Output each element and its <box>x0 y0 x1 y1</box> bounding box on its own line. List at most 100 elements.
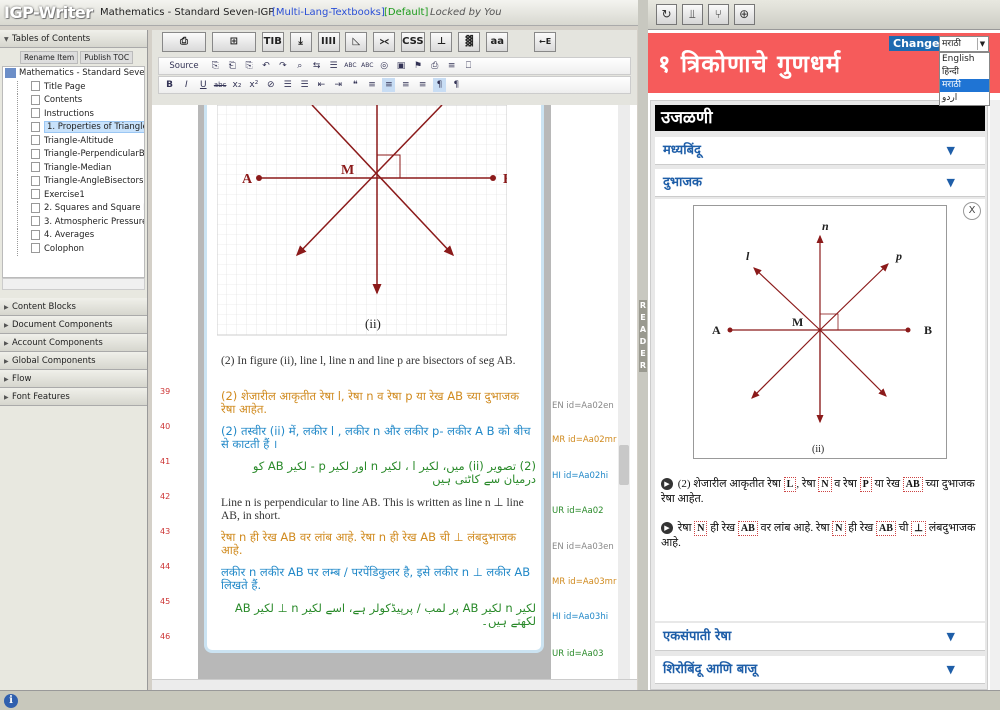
subscript-button[interactable]: x₂ <box>231 78 244 92</box>
redo-icon[interactable]: ↷ <box>276 59 289 73</box>
maximize-icon[interactable]: ⎕ <box>462 59 475 73</box>
info-icon[interactable]: i <box>4 694 18 708</box>
underline-button[interactable]: U <box>197 78 210 92</box>
align-left-icon[interactable]: ≡ <box>366 78 379 92</box>
strikethrough-button[interactable]: abc <box>214 78 227 92</box>
cut-icon[interactable]: ⎘ <box>209 59 222 73</box>
outdent-icon[interactable]: ⇤ <box>315 78 328 92</box>
blockquote-icon[interactable]: ❝ <box>349 78 362 92</box>
text-line-hi[interactable]: (2) तस्वीर (ii) में, लकीर l , लकीर n और … <box>221 425 536 451</box>
lang-option-urdu[interactable]: اردو <box>940 92 989 105</box>
spellcheck-icon[interactable]: ABC <box>344 59 357 73</box>
publish-toc-button[interactable]: Publish TOC <box>80 51 134 64</box>
toc-item[interactable]: Triangle-Altitude <box>3 134 144 149</box>
toc-item[interactable]: Triangle-AngleBisectors <box>3 175 144 189</box>
toc-item-selected[interactable]: 1. Properties of Triangles <box>3 121 144 135</box>
change-language-button[interactable]: Change <box>889 36 944 51</box>
font-size-button[interactable]: aa <box>486 32 509 52</box>
accordion-concurrent-lines[interactable]: एकसंपाती रेषा ▼ <box>655 623 985 651</box>
css-button[interactable]: CSS <box>401 32 425 52</box>
preview-icon[interactable]: ⎙ <box>428 59 441 73</box>
tib-button[interactable]: TIB <box>261 32 284 52</box>
refresh-icon[interactable]: ↻ <box>656 4 677 25</box>
download-icon[interactable]: ⤓ <box>289 32 312 52</box>
find-icon[interactable]: ⌕ <box>293 59 306 73</box>
reader-paragraph-2[interactable]: ▶ रेषा N ही रेख AB वर लांब आहे. रेषा N ह… <box>661 521 981 551</box>
text-line-ur[interactable]: (2) تصویر (ii) میں، لکیر l ، لکیر n اور … <box>221 460 536 486</box>
toc-item[interactable]: Exercise1 <box>3 188 144 203</box>
superscript-button[interactable]: x² <box>247 78 260 92</box>
panel-document-components[interactable]: ▶ Document Components <box>0 316 147 334</box>
reader-toggle[interactable]: READER <box>639 300 647 372</box>
ltr-icon[interactable]: ¶ <box>433 78 446 92</box>
panel-font-features[interactable]: ▶ Font Features <box>0 388 147 406</box>
italic-button[interactable]: I <box>180 78 193 92</box>
accordion-vertex-sides[interactable]: शिरोबिंदू आणि बाजू ▼ <box>655 656 985 684</box>
toc-item[interactable]: Triangle-Median <box>3 161 144 176</box>
toc-item[interactable]: Triangle-PerpendicularBis <box>3 148 144 162</box>
bold-button[interactable]: B <box>163 78 176 92</box>
image-icon[interactable]: ▣ <box>395 59 408 73</box>
toc-item[interactable]: 4. Averages <box>3 229 144 243</box>
lang-option-hindi[interactable]: हिन्दी <box>940 66 989 79</box>
accordion-bisector[interactable]: दुभाजक ▼ <box>655 169 985 197</box>
panel-global-components[interactable]: ▶ Global Components <box>0 352 147 370</box>
panel-account-components[interactable]: ▶ Account Components <box>0 334 147 352</box>
undo-icon[interactable]: ↶ <box>260 59 273 73</box>
toc-horizontal-scrollbar[interactable] <box>2 278 145 290</box>
language-select[interactable]: मराठी ▼ <box>939 36 989 52</box>
text-line-ur[interactable]: لکیر n لکیر AB پر لمب / پرپیڈکولر ہے، اس… <box>221 602 536 628</box>
document-icon[interactable]: ▓ <box>458 32 481 52</box>
scroll-thumb[interactable] <box>619 445 629 485</box>
editor-content-area[interactable]: 39 40 41 42 43 44 45 46 A B M (ii) (2) I… <box>152 105 637 691</box>
branch-icon[interactable]: ⫫ <box>681 4 703 25</box>
save-icon[interactable]: ⎙ <box>162 32 206 52</box>
export-icon[interactable]: ←E <box>534 32 557 52</box>
toc-root-item[interactable]: Mathematics - Standard Seve <box>3 67 144 81</box>
panel-flow[interactable]: ▶ Flow <box>0 370 147 388</box>
merge-icon[interactable]: ⪥ <box>373 32 396 52</box>
replace-icon[interactable]: ⇆ <box>310 59 323 73</box>
rename-item-button[interactable]: Rename Item <box>20 51 79 64</box>
toc-item[interactable]: 3. Atmospheric Pressure <box>3 215 144 230</box>
link-icon[interactable]: ◎ <box>378 59 391 73</box>
language-tag[interactable]: [Multi-Lang-Textbooks] <box>272 7 385 18</box>
numbered-list-icon[interactable]: ☰ <box>281 78 294 92</box>
rtl-icon[interactable]: ¶ <box>450 78 463 92</box>
paste-icon[interactable]: ⎘ <box>243 59 256 73</box>
copy-icon[interactable]: ⎗ <box>226 59 239 73</box>
indent-icon[interactable]: ⇥ <box>332 78 345 92</box>
remove-format-icon[interactable]: ⊘ <box>264 78 277 92</box>
text-line-en[interactable]: Line n is perpendicular to line AB. This… <box>221 497 536 523</box>
select-all-icon[interactable]: ☰ <box>327 59 340 73</box>
table-icon[interactable]: ≡ <box>445 59 458 73</box>
text-line-mr[interactable]: (2) शेजारील आकृतीत रेषा l, रेषा n व रेषा… <box>221 390 536 416</box>
panel-content-blocks[interactable]: ▶ Content Blocks <box>0 298 147 316</box>
lang-option-english[interactable]: English <box>940 53 989 66</box>
reader-scrollbar[interactable] <box>990 100 1000 690</box>
columns-icon[interactable]: IIII <box>317 32 340 52</box>
text-line-mr[interactable]: रेषा n ही रेख AB वर लांब आहे. रेषा n ही … <box>221 531 536 557</box>
layout-icon[interactable]: ⊞ <box>211 32 256 52</box>
globe-icon[interactable]: ⊕ <box>733 4 755 25</box>
align-right-icon[interactable]: ≡ <box>399 78 412 92</box>
speaker-icon[interactable]: ▶ <box>661 522 673 535</box>
editor-vertical-scrollbar[interactable] <box>618 105 630 679</box>
toc-item[interactable]: Instructions <box>3 107 144 122</box>
bulleted-list-icon[interactable]: ☰ <box>298 78 311 92</box>
speaker-icon[interactable]: ▶ <box>661 478 673 491</box>
reader-paragraph-1[interactable]: ▶ (2) शेजारील आकृतीत रेषा L, रेषा N व रे… <box>661 477 981 507</box>
toc-item[interactable]: Title Page <box>3 80 144 95</box>
fork-icon[interactable]: ⑂ <box>707 4 729 25</box>
align-center-icon[interactable]: ≡ <box>382 78 396 92</box>
close-figure-button[interactable]: X <box>963 202 981 220</box>
accordion-midpoint[interactable]: मध्यबिंदू ▼ <box>655 137 985 165</box>
angle-icon[interactable]: ◺ <box>345 32 368 52</box>
toc-item[interactable]: Colophon <box>3 242 144 257</box>
toc-panel-header[interactable]: ▼ Tables of Contents <box>0 30 147 48</box>
perpendicular-icon[interactable]: ⊥ <box>430 32 453 52</box>
content-box[interactable]: A B M (ii) (2) In figure (ii), line l, l… <box>204 105 544 653</box>
text-line-hi[interactable]: लकीर n लकीर AB पर लम्ब / परपेंडिकुलर है,… <box>221 566 536 592</box>
text-line-en[interactable]: (2) In figure (ii), line l, line n and l… <box>221 355 536 368</box>
source-button[interactable]: Source <box>163 59 205 73</box>
